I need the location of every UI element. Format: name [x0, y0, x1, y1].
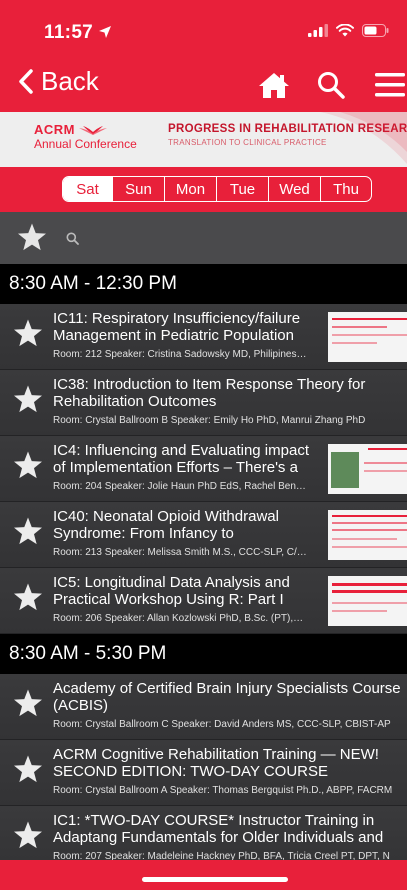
logo-line1: ACRM: [34, 122, 137, 137]
favorite-star-icon[interactable]: [12, 450, 44, 481]
chevron-left-icon: [19, 69, 33, 94]
favorite-star-icon[interactable]: [12, 820, 44, 851]
day-tab-sun[interactable]: Sun: [113, 177, 165, 201]
search-icon[interactable]: [317, 71, 345, 99]
session-title: IC38: Introduction to Item Response Theo…: [53, 376, 366, 410]
conference-banner: ACRM Annual Conference PROGRESS IN REHAB…: [0, 112, 407, 167]
session-row[interactable]: Academy of Certified Brain Injury Specia…: [0, 674, 407, 740]
session-title: IC4: Influencing and Evaluating impact o…: [53, 442, 309, 476]
day-tab-tue[interactable]: Tue: [217, 177, 269, 201]
acrm-logo: ACRM Annual Conference: [34, 122, 137, 151]
section-header: 8:30 AM - 12:30 PM: [0, 264, 407, 304]
back-button[interactable]: Back: [18, 66, 99, 97]
location-arrow-icon: [99, 26, 111, 38]
signal-icon: [308, 24, 328, 37]
session-meta: Room: 213 Speaker: Melissa Smith M.S., C…: [53, 547, 307, 558]
navigation-bar: Back: [0, 60, 407, 110]
logo-line2: Annual Conference: [34, 137, 137, 151]
search-box: [58, 224, 407, 252]
session-meta: Room: 212 Speaker: Cristina Sadowsky MD,…: [53, 349, 307, 360]
session-row[interactable]: IC4: Influencing and Evaluating impact o…: [0, 436, 407, 502]
session-title: Academy of Certified Brain Injury Specia…: [53, 680, 401, 714]
session-row[interactable]: IC38: Introduction to Item Response Theo…: [0, 370, 407, 436]
back-label: Back: [41, 66, 99, 96]
battery-icon: [362, 24, 389, 37]
session-title: IC1: *TWO-DAY COURSE* Instructor Trainin…: [53, 812, 384, 846]
search-input[interactable]: [87, 230, 407, 246]
day-selector: Sat Sun Mon Tue Wed Thu: [62, 176, 372, 202]
home-indicator[interactable]: [142, 877, 288, 882]
session-meta: Room: Crystal Ballroom C Speaker: David …: [53, 719, 391, 730]
banner-swoosh: [320, 112, 407, 164]
home-icon[interactable]: [257, 70, 291, 100]
status-bar: 11:57: [0, 0, 407, 60]
favorite-star-icon[interactable]: [12, 754, 44, 785]
favorite-star-icon[interactable]: [12, 688, 44, 719]
status-time: 11:57: [44, 22, 94, 43]
session-title: IC11: Respiratory Insufficiency/failure …: [53, 310, 301, 344]
wifi-icon: [336, 24, 354, 37]
session-row[interactable]: IC5: Longitudinal Data Analysis and Prac…: [0, 568, 407, 634]
session-list[interactable]: 8:30 AM - 12:30 PM IC11: Respiratory Ins…: [0, 264, 407, 890]
session-meta: Room: Crystal Ballroom B Speaker: Emily …: [53, 415, 366, 426]
session-row[interactable]: ACRM Cognitive Rehabilitation Training —…: [0, 740, 407, 806]
session-meta: Room: 204 Speaker: Jolie Haun PhD EdS, R…: [53, 481, 306, 492]
session-thumbnail: [328, 444, 407, 494]
search-field-icon: [66, 232, 79, 245]
day-tab-thu[interactable]: Thu: [321, 177, 371, 201]
favorite-star-icon[interactable]: [12, 384, 44, 415]
session-meta: Room: 206 Speaker: Allan Kozlowski PhD, …: [53, 613, 304, 624]
favorite-star-icon[interactable]: [12, 318, 44, 349]
bottom-bar: [0, 860, 407, 890]
session-thumbnail: [328, 510, 407, 560]
session-title: IC5: Longitudinal Data Analysis and Prac…: [53, 574, 290, 608]
session-row[interactable]: IC40: Neonatal Opioid Withdrawal Syndrom…: [0, 502, 407, 568]
session-title: ACRM Cognitive Rehabilitation Training —…: [53, 746, 379, 780]
day-tab-mon[interactable]: Mon: [165, 177, 217, 201]
favorites-filter-star-icon[interactable]: [16, 222, 48, 253]
favorite-star-icon[interactable]: [12, 582, 44, 613]
menu-icon[interactable]: [375, 72, 405, 98]
session-thumbnail: [328, 576, 407, 626]
filter-bar: [0, 212, 407, 264]
session-title: IC40: Neonatal Opioid Withdrawal Syndrom…: [53, 508, 279, 542]
favorite-star-icon[interactable]: [12, 516, 44, 547]
section-header: 8:30 AM - 5:30 PM: [0, 634, 407, 674]
day-tab-wed[interactable]: Wed: [269, 177, 321, 201]
session-thumbnail: [328, 312, 407, 362]
session-meta: Room: Crystal Ballroom A Speaker: Thomas…: [53, 785, 393, 796]
day-tab-sat[interactable]: Sat: [63, 177, 113, 201]
logo-wings-icon: [79, 126, 108, 136]
status-icons: [308, 24, 389, 37]
session-row[interactable]: IC11: Respiratory Insufficiency/failure …: [0, 304, 407, 370]
